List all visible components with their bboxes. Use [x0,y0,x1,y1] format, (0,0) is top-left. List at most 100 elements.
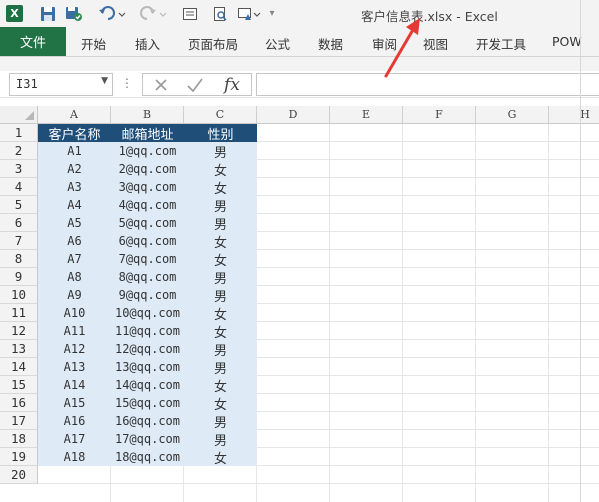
row-header[interactable]: 18 [0,430,38,448]
chevron-down-icon[interactable]: ▼ [101,76,108,86]
row-header[interactable]: 11 [0,304,38,322]
redo-icon[interactable] [137,4,169,23]
column-header-a[interactable]: A [38,106,111,124]
cancel-x-icon[interactable] [147,74,175,95]
tab-data[interactable]: 数据 [318,34,343,53]
header-customer-name[interactable]: 客户名称 [38,124,111,142]
formula-input[interactable] [256,73,599,96]
cell-email[interactable]: 18@qq.com [111,448,184,466]
cell-customer-name[interactable]: A1 [38,142,111,160]
row-header[interactable]: 14 [0,358,38,376]
row-header[interactable]: 3 [0,160,38,178]
cell-gender[interactable]: 女 [184,394,257,412]
cell-customer-name[interactable]: A11 [38,322,111,340]
column-header-d[interactable]: D [257,106,330,124]
tab-power[interactable]: POW [552,34,582,49]
cell-email[interactable]: 1@qq.com [111,142,184,160]
cell-email[interactable]: 14@qq.com [111,376,184,394]
cell-email[interactable]: 3@qq.com [111,178,184,196]
cell-gender[interactable]: 女 [184,376,257,394]
row-header[interactable]: 1 [0,124,38,142]
cell-email[interactable]: 17@qq.com [111,430,184,448]
excel-icon[interactable]: X [6,5,23,22]
cell-email[interactable]: 8@qq.com [111,268,184,286]
cell-email[interactable]: 10@qq.com [111,304,184,322]
name-box[interactable]: I31 ▼ [9,73,113,96]
cell-gender[interactable]: 男 [184,340,257,358]
column-header-h[interactable]: H [549,106,599,124]
cell-gender[interactable]: 男 [184,268,257,286]
cell-customer-name[interactable]: A3 [38,178,111,196]
cell-customer-name[interactable]: A5 [38,214,111,232]
cell-gender[interactable]: 女 [184,304,257,322]
row-header[interactable]: 10 [0,286,38,304]
row-header[interactable]: 17 [0,412,38,430]
drag-handle-icon[interactable]: ⋮ [121,76,133,90]
cell-gender[interactable]: 男 [184,286,257,304]
cell-gender[interactable]: 男 [184,430,257,448]
cell-customer-name[interactable]: A14 [38,376,111,394]
cell-gender[interactable]: 女 [184,448,257,466]
cell-email[interactable]: 4@qq.com [111,196,184,214]
cell-customer-name[interactable]: A13 [38,358,111,376]
cell-gender[interactable]: 女 [184,178,257,196]
cell-email[interactable]: 2@qq.com [111,160,184,178]
cell-customer-name[interactable]: A8 [38,268,111,286]
select-all-corner[interactable] [0,106,38,124]
checkmark-icon[interactable] [181,74,209,95]
insert-function-button[interactable]: fx [217,74,247,95]
row-header[interactable]: 15 [0,376,38,394]
row-header[interactable]: 20 [0,466,38,484]
cell-email[interactable]: 7@qq.com [111,250,184,268]
tab-insert[interactable]: 插入 [135,34,160,53]
row-header[interactable]: 5 [0,196,38,214]
cell-gender[interactable]: 女 [184,322,257,340]
touch-mode-icon[interactable] [236,4,262,23]
tab-page-layout[interactable]: 页面布局 [188,34,238,53]
cell-gender[interactable]: 男 [184,412,257,430]
cell-email[interactable]: 11@qq.com [111,322,184,340]
cell-customer-name[interactable]: A18 [38,448,111,466]
cell-gender[interactable]: 女 [184,250,257,268]
cell-email[interactable]: 9@qq.com [111,286,184,304]
row-header[interactable]: 2 [0,142,38,160]
cell-email[interactable]: 13@qq.com [111,358,184,376]
row-header[interactable]: 13 [0,340,38,358]
header-gender[interactable]: 性别 [184,124,257,142]
column-header-c[interactable]: C [184,106,257,124]
cell-customer-name[interactable]: A12 [38,340,111,358]
print-preview-icon[interactable] [210,4,230,23]
cell-customer-name[interactable]: A10 [38,304,111,322]
sync-save-icon[interactable] [64,4,84,23]
tab-file[interactable]: 文件 [0,27,66,56]
cell-gender[interactable]: 女 [184,232,257,250]
tab-home[interactable]: 开始 [81,34,106,53]
tab-developer[interactable]: 开发工具 [476,34,526,53]
cell-email[interactable]: 5@qq.com [111,214,184,232]
row-header[interactable]: 16 [0,394,38,412]
column-header-b[interactable]: B [111,106,184,124]
cell-customer-name[interactable]: A4 [38,196,111,214]
cell-email[interactable]: 15@qq.com [111,394,184,412]
row-header[interactable]: 4 [0,178,38,196]
column-header-g[interactable]: G [476,106,549,124]
customize-dropdown-icon[interactable]: ▾ [266,4,278,23]
cell-customer-name[interactable]: A16 [38,412,111,430]
row-header[interactable]: 19 [0,448,38,466]
row-header[interactable]: 6 [0,214,38,232]
row-header[interactable]: 7 [0,232,38,250]
row-header[interactable]: 8 [0,250,38,268]
tab-formulas[interactable]: 公式 [265,34,290,53]
cell-customer-name[interactable]: A9 [38,286,111,304]
cell-customer-name[interactable]: A15 [38,394,111,412]
cell-gender[interactable]: 女 [184,160,257,178]
column-header-f[interactable]: F [403,106,476,124]
cell-customer-name[interactable]: A2 [38,160,111,178]
tab-view[interactable]: 视图 [423,34,448,53]
save-icon[interactable] [38,4,58,23]
cell-gender[interactable]: 男 [184,214,257,232]
header-email[interactable]: 邮箱地址 [111,124,184,142]
cell-email[interactable]: 12@qq.com [111,340,184,358]
cell-gender[interactable]: 男 [184,142,257,160]
cell-gender[interactable]: 男 [184,358,257,376]
